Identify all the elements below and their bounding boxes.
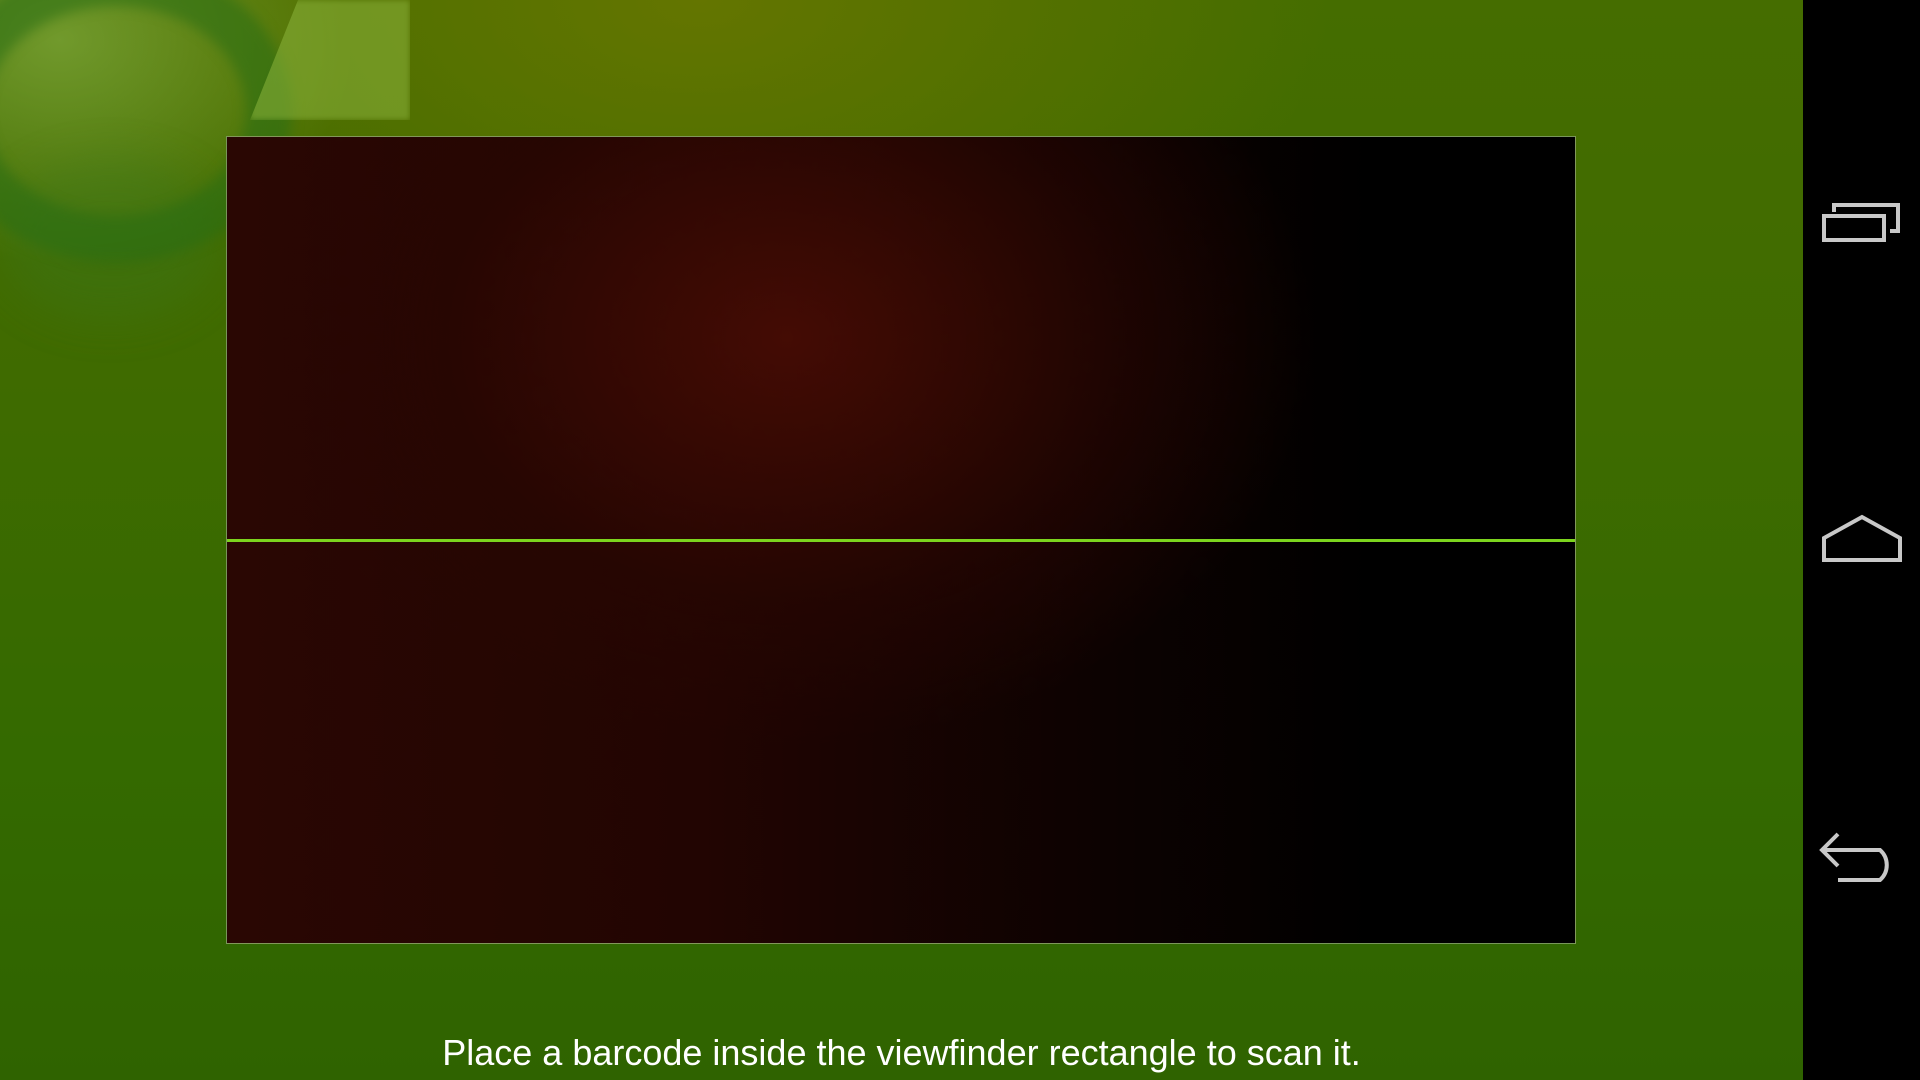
navigation-bar — [1803, 0, 1920, 1080]
laser-scan-line — [227, 539, 1575, 542]
camera-scene-highlight — [250, 0, 410, 120]
home-button[interactable] — [1803, 468, 1920, 608]
viewfinder-rectangle — [226, 136, 1576, 944]
recent-apps-icon — [1821, 199, 1902, 245]
back-button[interactable] — [1803, 786, 1920, 926]
camera-preview: Place a barcode inside the viewfinder re… — [0, 0, 1803, 1080]
scan-hint-text: Place a barcode inside the viewfinder re… — [442, 1032, 1361, 1073]
scanner-screen: Place a barcode inside the viewfinder re… — [0, 0, 1920, 1080]
recent-apps-button[interactable] — [1803, 152, 1920, 292]
back-icon — [1818, 828, 1906, 884]
home-icon — [1821, 513, 1903, 563]
